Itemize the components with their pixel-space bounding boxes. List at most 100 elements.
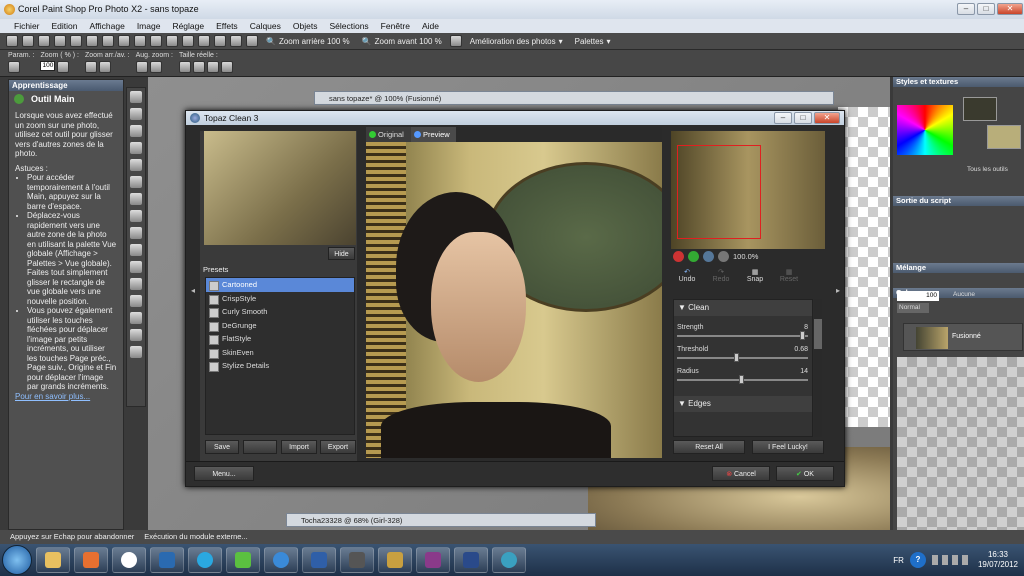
preset-item[interactable]: CrispStyle <box>206 292 354 306</box>
scrollbar-thumb[interactable] <box>814 319 822 349</box>
topaz-close-button[interactable]: ✕ <box>814 112 840 124</box>
settings-scrollbar[interactable] <box>814 299 822 437</box>
pen-tool-icon[interactable] <box>130 278 142 290</box>
reset-all-button[interactable]: Reset All <box>673 440 745 454</box>
menu-fenetre[interactable]: Fenêtre <box>381 21 410 31</box>
learn-more-link[interactable]: Pour en savoir plus... <box>15 392 90 401</box>
zoom-tool-icon[interactable] <box>130 108 142 120</box>
redo-button[interactable]: ↷ Redo <box>707 268 735 292</box>
close-button[interactable]: ✕ <box>997 3 1023 15</box>
undo-icon[interactable] <box>150 35 162 47</box>
selection-tool-icon[interactable] <box>130 125 142 137</box>
menu-effets[interactable]: Effets <box>216 21 238 31</box>
text-tool-icon[interactable] <box>130 295 142 307</box>
color-picker[interactable] <box>897 105 953 155</box>
taskbar-app[interactable] <box>340 547 374 573</box>
enhance-photos-menu[interactable]: Amélioration des photos ▾ <box>466 37 567 46</box>
grid-icon[interactable] <box>230 35 242 47</box>
taskbar-hp[interactable] <box>112 547 146 573</box>
document-window-tocha[interactable]: Tocha23328 @ 68% (Girl-328) <box>286 513 596 527</box>
blend-mode-select[interactable]: Normal <box>897 303 929 313</box>
snap-button[interactable]: ▦ Snap <box>741 268 769 292</box>
ok-button[interactable]: ✔ OK <box>776 466 834 481</box>
preset-item[interactable]: DeGrunge <box>206 319 354 333</box>
menu-objets[interactable]: Objets <box>293 21 318 31</box>
taskbar-word[interactable] <box>302 547 336 573</box>
hide-button[interactable]: Hide <box>328 247 355 260</box>
hand-tool-icon[interactable] <box>130 91 142 103</box>
menu-affichage[interactable]: Affichage <box>90 21 125 31</box>
foreground-swatch[interactable] <box>963 97 997 121</box>
topaz-minimize-button[interactable]: – <box>774 112 792 124</box>
radius-slider[interactable]: Radius 14 <box>674 364 812 386</box>
background-swatch[interactable] <box>987 125 1021 149</box>
taskbar-skype[interactable] <box>188 547 222 573</box>
undo-button[interactable]: ↶ Undo <box>673 268 701 292</box>
eraser-tool-icon[interactable] <box>130 244 142 256</box>
tab-preview[interactable]: Preview <box>411 127 456 142</box>
menu-button[interactable]: Menu... <box>194 466 254 481</box>
open-file-icon[interactable] <box>22 35 34 47</box>
save-icon[interactable] <box>54 35 66 47</box>
export-button[interactable]: Export <box>320 440 356 454</box>
home-icon[interactable] <box>14 94 24 104</box>
resize-icon[interactable] <box>198 35 210 47</box>
clone-tool-icon[interactable] <box>130 210 142 222</box>
clock[interactable]: 16:33 19/07/2012 <box>978 550 1018 570</box>
crop-tool-icon[interactable] <box>130 159 142 171</box>
feel-lucky-button[interactable]: I Feel Lucky! <box>752 440 824 454</box>
taskbar-messenger[interactable] <box>226 547 260 573</box>
threshold-slider[interactable]: Threshold 0.68 <box>674 342 812 364</box>
strength-knob[interactable] <box>800 331 806 340</box>
fit-icon[interactable] <box>192 61 205 73</box>
radius-knob[interactable] <box>738 375 744 384</box>
edges-section-header[interactable]: ▼ Edges <box>674 396 812 412</box>
tab-original[interactable]: Original <box>366 127 411 142</box>
fit-nav-icon[interactable] <box>703 250 714 262</box>
preset-item[interactable]: SkinEven <box>206 346 354 360</box>
brush-tool-icon[interactable] <box>130 227 142 239</box>
redo-icon[interactable] <box>166 35 178 47</box>
paste-icon[interactable] <box>134 35 146 47</box>
preset-item[interactable]: FlatStyle <box>206 332 354 346</box>
fit-all-icon[interactable] <box>206 61 219 73</box>
tray-icons[interactable] <box>931 555 972 565</box>
print-icon[interactable] <box>70 35 82 47</box>
layers-icon[interactable] <box>214 35 226 47</box>
menu-fichier[interactable]: Fichier <box>14 21 40 31</box>
taskbar-ps[interactable] <box>454 547 488 573</box>
language-indicator[interactable]: FR <box>893 556 904 565</box>
topaz-maximize-button[interactable]: □ <box>794 112 812 124</box>
smudge-tool-icon[interactable] <box>130 346 142 358</box>
browse-icon[interactable] <box>38 35 50 47</box>
info-icon[interactable] <box>246 35 258 47</box>
taskbar-psp[interactable] <box>378 547 412 573</box>
move-tool-icon[interactable] <box>130 176 142 188</box>
menu-image[interactable]: Image <box>137 21 161 31</box>
zoom-input[interactable]: 100 <box>40 61 56 71</box>
document-window-sans-topaze[interactable]: sans topaze* @ 100% (Fusionné) <box>314 91 834 105</box>
preset-item[interactable]: Stylize Details <box>206 359 354 373</box>
zoom-in-button[interactable]: 🔍 Zoom avant 100 % <box>358 37 446 46</box>
cancel-button[interactable]: ⊗ Cancel <box>712 466 770 481</box>
palettes-menu[interactable]: Palettes ▾ <box>571 37 615 46</box>
navigator-viewport[interactable] <box>677 145 761 239</box>
copy-icon[interactable] <box>118 35 130 47</box>
taskbar-topaz[interactable] <box>492 547 526 573</box>
opacity-field[interactable]: 100 <box>897 291 939 301</box>
fill-tool-icon[interactable] <box>130 261 142 273</box>
taskbar-explorer[interactable] <box>36 547 70 573</box>
zoom-aug-plus-icon[interactable] <box>149 61 162 73</box>
zoom-aug-minus-icon[interactable] <box>135 61 148 73</box>
real-size-icon[interactable] <box>178 61 191 73</box>
import-button[interactable]: Import <box>281 440 317 454</box>
zoom-in-nav-icon[interactable] <box>688 250 699 262</box>
collapse-left-icon[interactable]: ◂ <box>191 286 195 295</box>
strength-slider[interactable]: Strength 8 <box>674 320 812 342</box>
zoom-out-nav-icon[interactable] <box>673 250 684 262</box>
delete-preset-button[interactable] <box>243 440 277 454</box>
taskbar-mail[interactable] <box>150 547 184 573</box>
zoom-out-button[interactable]: 🔍 Zoom arrière 100 % <box>262 37 354 46</box>
dropper-tool-icon[interactable] <box>130 142 142 154</box>
fit-window-icon[interactable] <box>449 35 462 47</box>
